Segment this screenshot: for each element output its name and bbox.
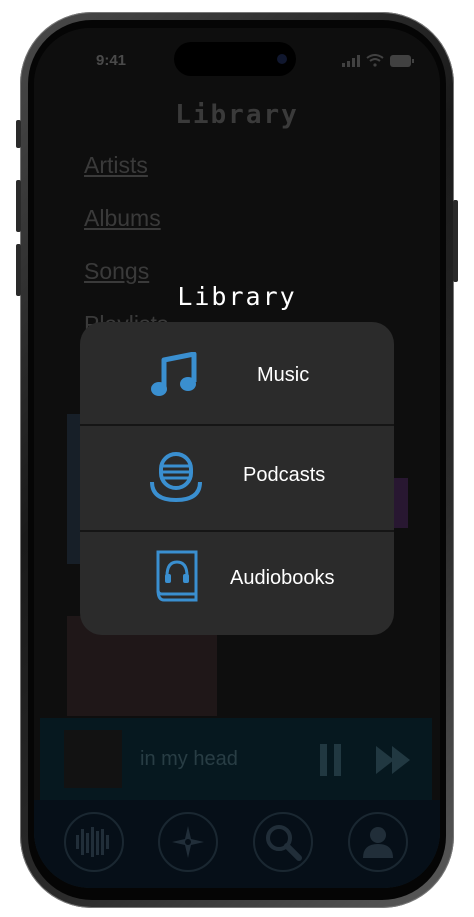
option-music-label: Music <box>257 364 310 386</box>
power-button <box>453 200 458 282</box>
option-podcasts-label: Podcasts <box>243 464 326 486</box>
option-music[interactable]: Music <box>80 322 394 424</box>
music-note-icon <box>151 352 197 396</box>
library-type-menu: Music Podcasts Audiobooks <box>80 322 394 635</box>
screen: 9:41 Library Artists Albums Songs Playli… <box>34 28 440 888</box>
headphones-book-icon <box>156 550 198 602</box>
option-audiobooks[interactable]: Audiobooks <box>80 532 394 635</box>
mute-switch <box>16 120 21 148</box>
option-podcasts[interactable]: Podcasts <box>80 426 394 530</box>
option-audiobooks-label: Audiobooks <box>230 567 335 589</box>
volume-down-button <box>16 244 21 296</box>
microphone-icon <box>150 452 202 503</box>
volume-up-button <box>16 180 21 232</box>
modal-title: Library <box>177 282 297 311</box>
